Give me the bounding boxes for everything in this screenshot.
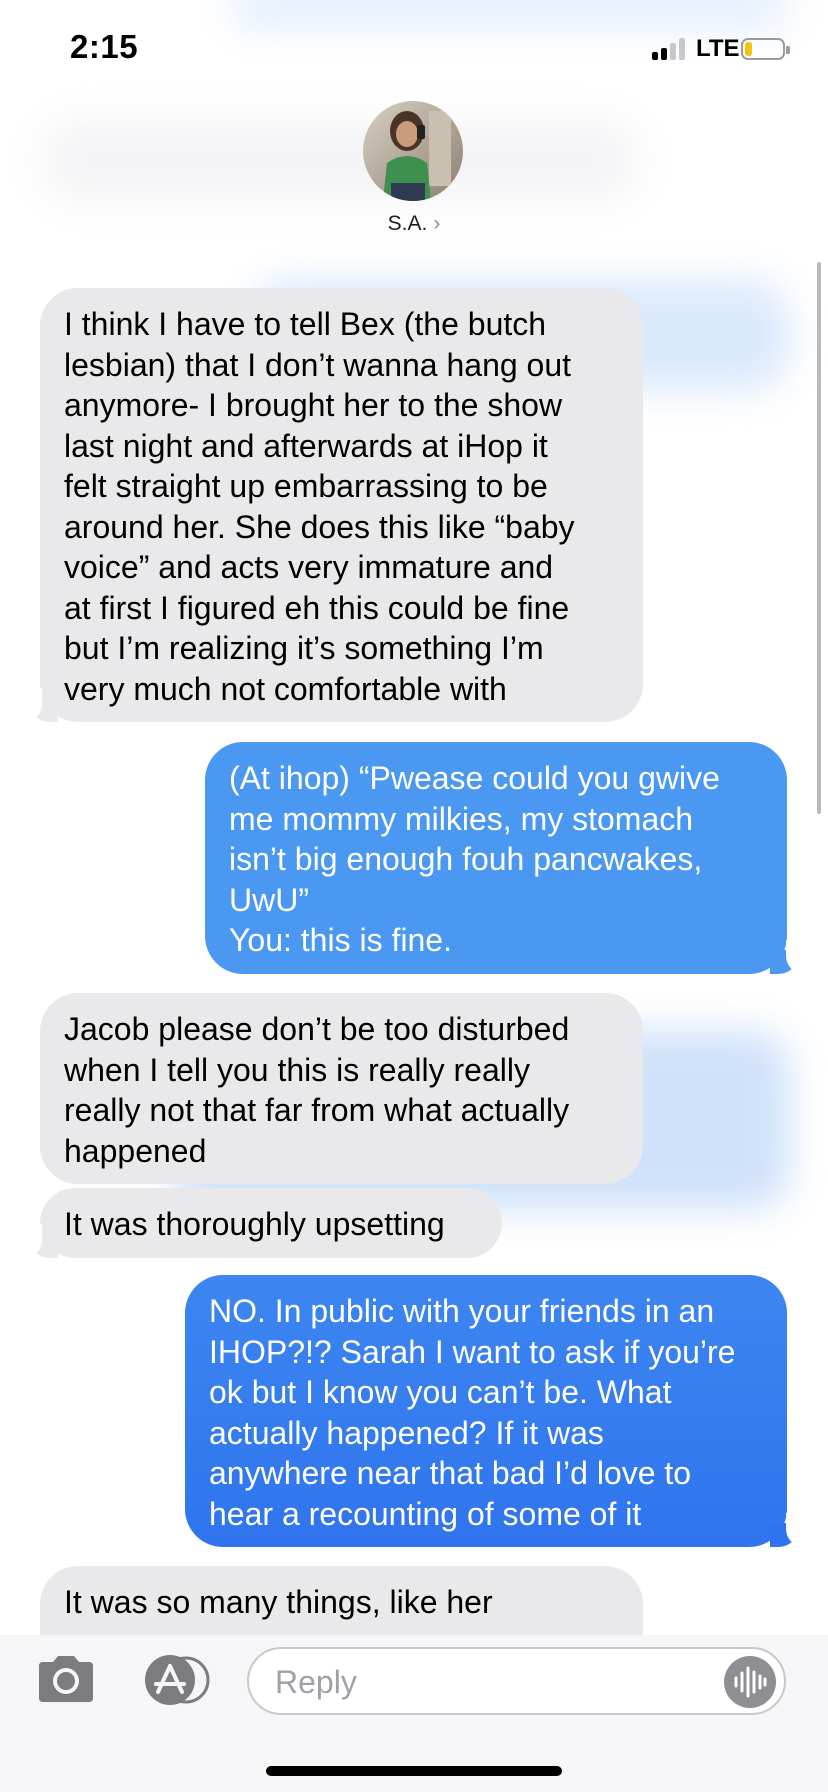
message-line: felt straight up embarrassing to be (64, 468, 548, 504)
message-line: very much not comfortable with (64, 670, 507, 707)
message-line: actually happened? If it was (209, 1414, 604, 1451)
battery-icon (741, 38, 790, 60)
background-blur (230, 0, 790, 30)
message-bubble-outgoing[interactable]: (At ihop) “Pwease could you gwive me mom… (205, 742, 787, 974)
message-line: I think I have to tell Bex (the butch (64, 306, 547, 342)
message-line: around her. She does this like “baby (64, 508, 575, 545)
message-line: isn’t big enough fouh pancwakes, (229, 841, 703, 877)
message-line: It was thoroughly upsetting (64, 1206, 445, 1242)
message-line: me mommy milkies, my stomach (229, 800, 694, 837)
contact-name-label: S.A. (387, 212, 428, 235)
message-line: when I tell you this is really really (64, 1051, 530, 1088)
message-line: IHOP?!? Sarah I want to ask if you’re (209, 1333, 736, 1370)
message-line: (At ihop) “Pwease could you gwive (229, 760, 720, 796)
background-blur (40, 120, 640, 200)
message-line: anymore- I brought her to the show (64, 387, 563, 423)
message-line: You: this is fine. (229, 922, 452, 958)
message-line: ok but I know you can’t be. What (209, 1374, 672, 1410)
message-line: NO. In public with your friends in an (209, 1293, 715, 1329)
message-line: really not that far from what actually (64, 1092, 570, 1128)
reply-field[interactable] (247, 1647, 786, 1715)
bubble-tail (14, 1224, 58, 1258)
contact-name[interactable]: S.A. › (0, 212, 828, 236)
message-line: anywhere near that bad I’d love to (209, 1455, 692, 1491)
message-line: Jacob please don’t be too disturbed (64, 1011, 570, 1047)
message-line: UwU” (229, 881, 309, 918)
signal-strength-icon (652, 38, 688, 60)
message-line: last night and afterwards at iHop it (64, 427, 548, 464)
camera-icon (39, 1656, 93, 1702)
message-line: at first I figured eh this could be fine (64, 589, 570, 626)
network-label: LTE (696, 35, 740, 62)
status-time: 2:15 (70, 28, 139, 65)
app-store-button[interactable] (140, 1654, 212, 1706)
camera-button[interactable] (35, 1654, 97, 1704)
audio-message-button[interactable] (724, 1656, 776, 1708)
message-line: It was so many things, like her (64, 1584, 493, 1620)
message-bubble-incoming[interactable]: I think I have to tell Bex (the butch le… (40, 288, 643, 722)
home-indicator[interactable] (266, 1766, 562, 1776)
message-bubble-incoming[interactable]: It was thoroughly upsetting (40, 1188, 502, 1258)
bubble-tail (770, 1513, 814, 1547)
audio-waveform-icon (734, 1666, 767, 1698)
message-line: hear a recounting of some of it (209, 1495, 642, 1532)
chevron-right-icon: › (433, 212, 441, 235)
contact-photo-icon (363, 101, 463, 201)
bubble-tail (770, 940, 814, 974)
contact-avatar[interactable] (363, 101, 463, 201)
battery-level (745, 42, 752, 56)
message-bubble-outgoing[interactable]: NO. In public with your friends in an IH… (185, 1275, 787, 1547)
message-line: lesbian) that I don’t wanna hang out (64, 346, 572, 383)
scroll-indicator[interactable] (817, 262, 821, 814)
message-line: but I’m realizing it’s something I’m (64, 630, 544, 666)
bubble-tail (14, 688, 58, 722)
message-line: happened (64, 1132, 207, 1169)
app-store-icon (145, 1655, 210, 1705)
reply-input[interactable] (273, 1661, 697, 1703)
message-line: voice” and acts very immature and (64, 549, 554, 585)
message-bubble-incoming[interactable]: Jacob please don’t be too disturbed when… (40, 993, 643, 1184)
